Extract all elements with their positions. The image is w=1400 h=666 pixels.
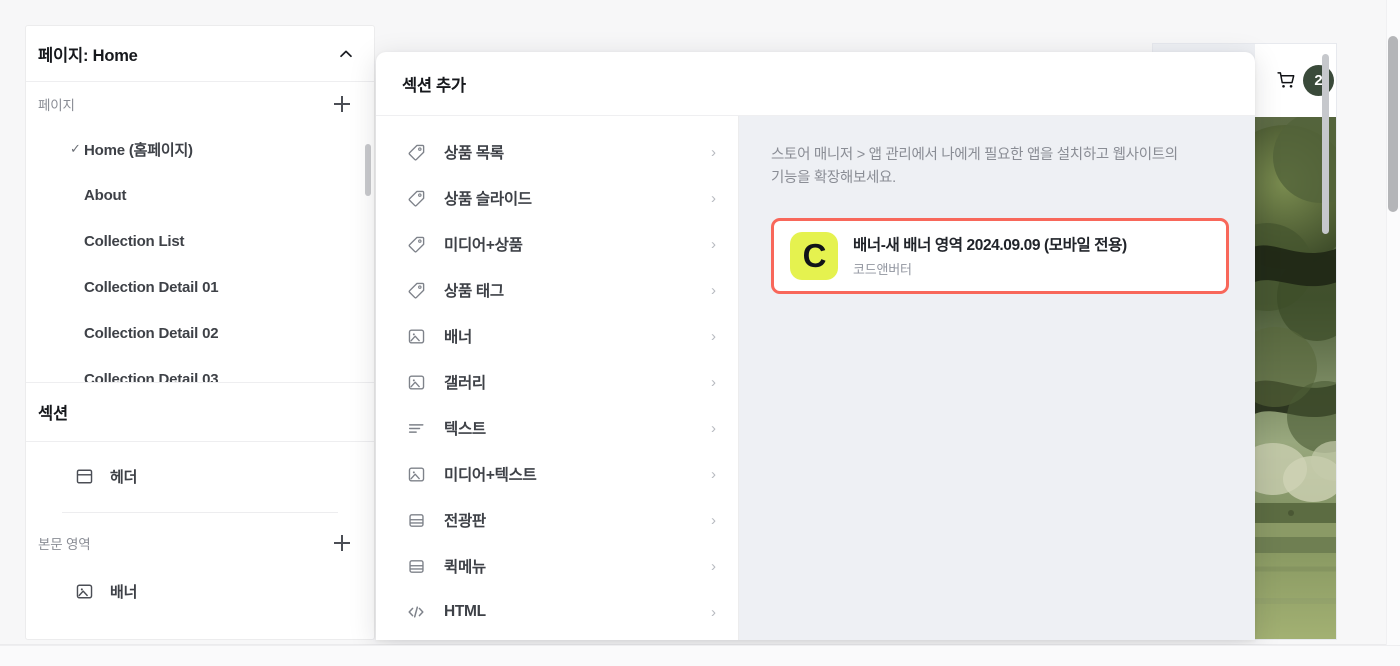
header-layout-icon xyxy=(74,466,94,486)
page-panel-title: 페이지: Home xyxy=(38,46,138,65)
tag-icon xyxy=(406,142,426,162)
body-area-label: 본문 영역 xyxy=(38,537,91,552)
tag-icon xyxy=(406,280,426,300)
section-type-product-list[interactable]: 상품 목록 › xyxy=(376,129,738,175)
pages-scrollbar[interactable] xyxy=(365,144,371,196)
chevron-right-icon: › xyxy=(711,511,716,529)
app-vendor: 코드앤버터 xyxy=(853,262,912,278)
image-icon xyxy=(406,464,426,484)
section-divider xyxy=(62,512,338,513)
section-type-label: 텍스트 xyxy=(444,421,486,438)
section-type-quick-menu[interactable]: 퀵메뉴 › xyxy=(376,543,738,589)
section-type-label: 갤러리 xyxy=(444,375,486,392)
text-lines-icon xyxy=(406,418,426,438)
app-name: 배너-새 배너 영역 2024.09.09 (모바일 전용) xyxy=(853,237,1127,255)
section-type-product-slide[interactable]: 상품 슬라이드 › xyxy=(376,175,738,221)
page-item-label: About xyxy=(84,186,127,204)
modal-title: 섹션 추가 xyxy=(402,76,466,95)
section-type-media-product[interactable]: 미디어+상품 › xyxy=(376,221,738,267)
section-header-title: 섹션 xyxy=(38,405,68,423)
add-section-modal: 섹션 추가 상품 목록 › 상품 슬라이드 › 미디어+상품 › 상품 태그 ›… xyxy=(376,52,1255,640)
board-icon xyxy=(406,556,426,576)
chevron-right-icon: › xyxy=(711,143,716,161)
image-icon xyxy=(406,372,426,392)
page-item-label: Home (홈페이지) xyxy=(84,141,193,159)
section-list: 헤더 본문 영역 배너 xyxy=(26,442,374,617)
plus-icon[interactable] xyxy=(332,533,352,553)
chevron-right-icon: › xyxy=(711,603,716,621)
app-install-description: 스토어 매니저 > 앱 관리에서 나에게 필요한 앱을 설치하고 웹사이트의 기… xyxy=(771,147,1178,187)
section-type-label: 미디어+상품 xyxy=(444,237,523,254)
section-type-list[interactable]: 상품 목록 › 상품 슬라이드 › 미디어+상품 › 상품 태그 › 배너 › … xyxy=(376,116,739,640)
page-list-item-collection-detail-02[interactable]: Collection Detail 02 xyxy=(26,310,374,356)
chevron-right-icon: › xyxy=(711,189,716,207)
pages-label: 페이지 xyxy=(38,98,75,113)
section-header: 섹션 xyxy=(26,382,374,442)
body-item-banner[interactable]: 배너 xyxy=(26,565,374,617)
section-type-media-text[interactable]: 미디어+텍스트 › xyxy=(376,451,738,497)
section-type-label: 퀵메뉴 xyxy=(444,559,486,576)
image-icon xyxy=(406,326,426,346)
chevron-right-icon: › xyxy=(711,419,716,437)
pages-scroll-region[interactable]: 페이지 ✓ Home (홈페이지) About Collection List … xyxy=(26,82,374,382)
section-item-label: 헤더 xyxy=(110,468,138,486)
modal-body: 상품 목록 › 상품 슬라이드 › 미디어+상품 › 상품 태그 › 배너 › … xyxy=(376,116,1255,640)
preview-scrollbar[interactable] xyxy=(1322,54,1329,234)
page-list-item-about[interactable]: About xyxy=(26,172,374,218)
check-icon: ✓ xyxy=(70,141,81,156)
section-type-gallery[interactable]: 갤러리 › xyxy=(376,359,738,405)
section-type-label: 상품 슬라이드 xyxy=(444,191,532,208)
page-scrollbar-thumb[interactable] xyxy=(1388,36,1398,212)
chevron-right-icon: › xyxy=(711,373,716,391)
app-card-text: 배너-새 배너 영역 2024.09.09 (모바일 전용) 코드앤버터 xyxy=(853,233,1127,278)
page-scrollbar-track[interactable] xyxy=(1386,0,1400,645)
page-list-item-collection-detail-03[interactable]: Collection Detail 03 xyxy=(26,356,374,383)
section-item-header[interactable]: 헤더 xyxy=(26,450,374,502)
shopping-cart-icon[interactable] xyxy=(1276,70,1297,91)
chevron-right-icon: › xyxy=(711,327,716,345)
page-panel-header: 페이지: Home xyxy=(26,26,374,82)
section-type-label: 배너 xyxy=(444,329,472,346)
page-structure-panel: 페이지: Home 페이지 ✓ Home (홈페이지) About Collec… xyxy=(25,25,375,640)
section-type-label: 상품 목록 xyxy=(444,145,504,162)
app-root: 페이지: Home 페이지 ✓ Home (홈페이지) About Collec… xyxy=(0,0,1400,666)
modal-header: 섹션 추가 xyxy=(376,52,1255,116)
bottom-bar xyxy=(0,645,1400,666)
tag-icon xyxy=(406,234,426,254)
section-type-text[interactable]: 텍스트 › xyxy=(376,405,738,451)
section-type-label: HTML xyxy=(444,603,486,620)
page-list-item-collection-detail-01[interactable]: Collection Detail 01 xyxy=(26,264,374,310)
page-item-label: Collection Detail 03 xyxy=(84,370,219,383)
code-icon xyxy=(406,602,426,622)
body-item-label: 배너 xyxy=(110,583,138,601)
page-item-label: Collection List xyxy=(84,232,185,250)
page-list-item-collection-list[interactable]: Collection List xyxy=(26,218,374,264)
section-type-banner[interactable]: 배너 › xyxy=(376,313,738,359)
chevron-right-icon: › xyxy=(711,281,716,299)
section-type-product-tag[interactable]: 상품 태그 › xyxy=(376,267,738,313)
section-type-label: 미디어+텍스트 xyxy=(444,467,537,484)
page-item-label: Collection Detail 01 xyxy=(84,278,219,296)
section-type-label: 전광판 xyxy=(444,513,486,530)
section-type-html[interactable]: HTML › xyxy=(376,589,738,635)
modal-detail-pane: 스토어 매니저 > 앱 관리에서 나에게 필요한 앱을 설치하고 웹사이트의 기… xyxy=(739,116,1255,640)
body-area-label-row: 본문 영역 xyxy=(26,521,374,565)
section-type-label: 상품 태그 xyxy=(444,283,504,300)
plus-icon[interactable] xyxy=(332,94,352,114)
cart-count-badge: 2 xyxy=(1303,65,1334,96)
chevron-right-icon: › xyxy=(711,235,716,253)
app-icon: C xyxy=(790,231,838,280)
page-list-item-home[interactable]: ✓ Home (홈페이지) xyxy=(26,126,374,172)
app-card-banner-new-banner-area[interactable]: C 배너-새 배너 영역 2024.09.09 (모바일 전용) 코드앤버터 xyxy=(771,217,1229,294)
chevron-up-icon[interactable] xyxy=(336,44,356,64)
tag-icon xyxy=(406,188,426,208)
image-icon xyxy=(74,581,94,601)
section-type-billboard[interactable]: 전광판 › xyxy=(376,497,738,543)
chevron-right-icon: › xyxy=(711,465,716,483)
chevron-right-icon: › xyxy=(711,557,716,575)
pages-section-label-row: 페이지 xyxy=(26,82,374,126)
board-icon xyxy=(406,510,426,530)
page-item-label: Collection Detail 02 xyxy=(84,324,219,342)
